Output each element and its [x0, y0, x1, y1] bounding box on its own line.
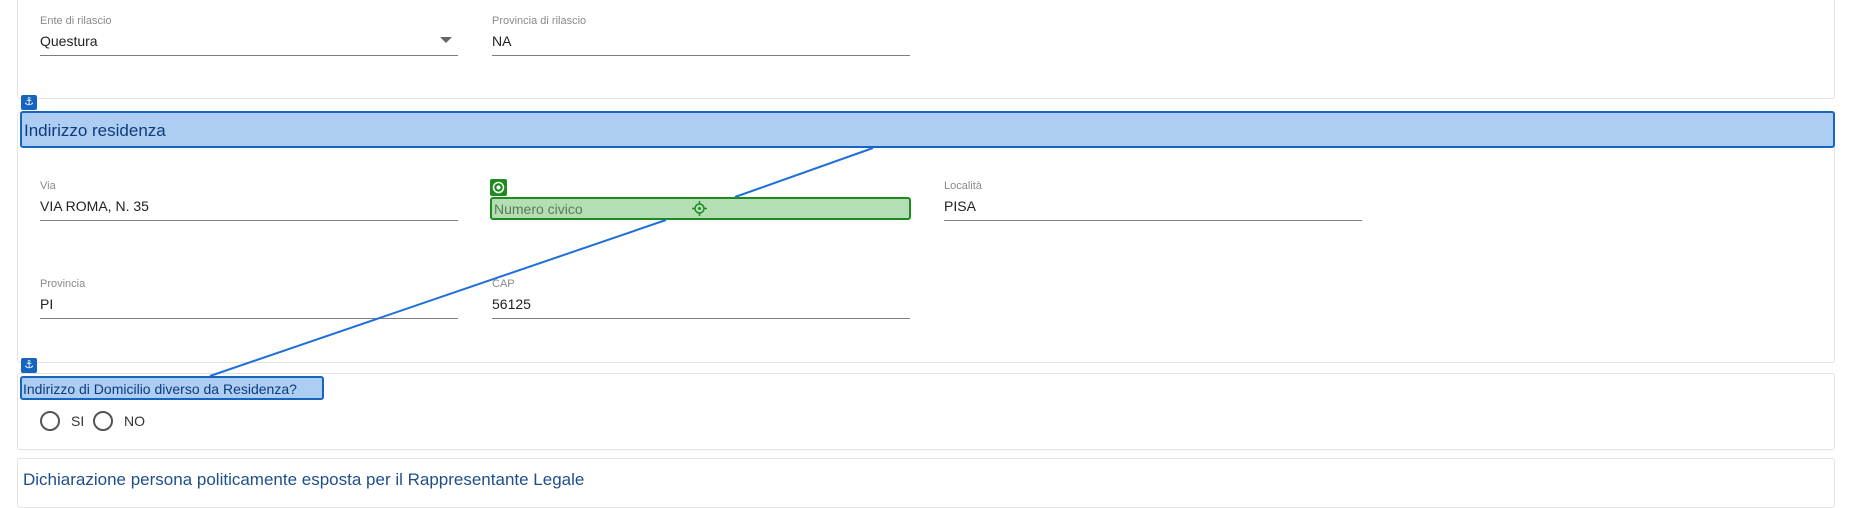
cap-label: CAP [492, 278, 515, 290]
no-radio[interactable] [93, 411, 113, 431]
ente-rilascio-value: Questura [40, 33, 98, 49]
ente-rilascio-label: Ente di rilascio [40, 15, 112, 27]
issuance-panel: Ente di rilascio Questura Provincia di r… [17, 0, 1835, 99]
anchor-icon: ⚓ [21, 95, 37, 110]
via-label: Via [40, 180, 56, 192]
provincia-rilascio-underline [492, 55, 910, 56]
si-radio[interactable] [40, 411, 60, 431]
provincia-underline [40, 318, 458, 319]
provincia-rilascio-label: Provincia di rilascio [492, 15, 587, 27]
si-label[interactable]: SI [71, 413, 84, 429]
target-icon [490, 179, 507, 196]
provincia-label: Provincia [40, 278, 86, 290]
pep-title: Dichiarazione persona politicamente espo… [23, 470, 585, 489]
provincia-value: PI [40, 296, 54, 312]
domicile-question: Indirizzo di Domicilio diverso da Reside… [23, 381, 297, 397]
via-underline [40, 220, 458, 221]
cap-value: 56125 [492, 296, 531, 312]
localita-underline [944, 220, 1362, 221]
ente-rilascio-underline [40, 55, 458, 56]
localita-label: Località [944, 180, 982, 192]
chevron-down-icon[interactable] [440, 37, 452, 43]
crosshair-icon [692, 201, 707, 221]
numero-civico-field[interactable]: Numero civico [490, 197, 911, 220]
residence-title: Indirizzo residenza [24, 121, 166, 140]
no-label[interactable]: NO [124, 413, 145, 429]
residence-panel [17, 112, 1835, 363]
cap-underline [492, 318, 910, 319]
via-value: VIA ROMA, N. 35 [40, 198, 149, 214]
anchor-icon: ⚓ [21, 358, 37, 373]
localita-value: PISA [944, 198, 976, 214]
provincia-rilascio-value: NA [492, 33, 512, 49]
numero-civico-placeholder: Numero civico [494, 201, 583, 217]
domicile-question-highlight: Indirizzo di Domicilio diverso da Reside… [20, 376, 324, 400]
residence-section-header: Indirizzo residenza [20, 111, 1835, 148]
